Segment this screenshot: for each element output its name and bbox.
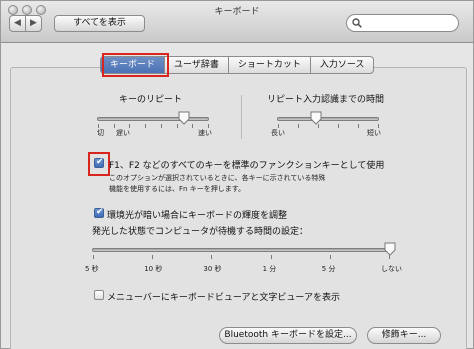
idle-time-tick-label: 5 分 bbox=[321, 265, 336, 273]
highlight-box-tab bbox=[102, 53, 169, 77]
viewer-checkbox[interactable] bbox=[94, 290, 104, 300]
key-repeat-tick bbox=[145, 124, 147, 128]
fn-keys-label: F1、F2 などのすべてのキーを標準のファンクションキーとして使用 bbox=[109, 161, 385, 171]
preferences-window: キーボード すべてを表示 ◀ ▶ キーボード ユーザ辞書 ショートカット 入力ソ… bbox=[0, 0, 474, 349]
fn-keys-note-line2: 機能を使用するには、Fn キーを押します。 bbox=[109, 185, 245, 193]
key-repeat-off-label: 切 bbox=[97, 129, 104, 137]
key-repeat-slider[interactable] bbox=[97, 117, 209, 121]
illumination-label: 環境光が暗い場合にキーボードの輝度を調整 bbox=[107, 211, 288, 221]
viewer-label: メニューバーにキーボードビューアと文字ビューアを表示 bbox=[107, 293, 341, 303]
search-field[interactable] bbox=[346, 14, 459, 32]
toolbar: キーボード すべてを表示 bbox=[1, 1, 473, 43]
repeat-delay-tick bbox=[338, 124, 339, 128]
idle-time-tick bbox=[211, 255, 213, 259]
tab-input-sources[interactable]: 入力ソース bbox=[309, 56, 375, 74]
idle-time-tick-label: 10 秒 bbox=[144, 265, 163, 273]
search-input[interactable] bbox=[365, 16, 453, 30]
repeat-delay-tick bbox=[358, 124, 359, 128]
back-button[interactable]: ◀ bbox=[9, 15, 26, 32]
show-all-button[interactable]: すべてを表示 bbox=[54, 15, 145, 32]
fn-keys-note-line1: このオプションが選択されているときに、各キーに示されている特殊 bbox=[109, 174, 326, 182]
idle-time-tick bbox=[270, 255, 272, 259]
key-repeat-tick bbox=[113, 124, 115, 128]
modifier-keys-button[interactable]: 修飾キー... bbox=[367, 327, 441, 344]
slider-divider bbox=[241, 95, 242, 139]
repeat-delay-tick bbox=[298, 124, 299, 128]
tab-shortcuts[interactable]: ショートカット bbox=[227, 56, 311, 74]
repeat-delay-slider[interactable] bbox=[277, 117, 379, 121]
highlight-box-checkbox bbox=[88, 152, 110, 176]
bluetooth-keyboard-setup-button[interactable]: Bluetooth キーボードを設定... bbox=[219, 327, 357, 344]
key-repeat-fast-label: 速い bbox=[198, 129, 212, 137]
idle-time-tick bbox=[152, 255, 154, 259]
tab-user-dictionary[interactable]: ユーザ辞書 bbox=[164, 56, 229, 74]
key-repeat-tick bbox=[176, 124, 178, 128]
idle-time-label: 発光した状態でコンピュータが待機する時間の設定： bbox=[92, 227, 309, 237]
idle-time-tick bbox=[93, 255, 94, 259]
idle-time-tick-label: 30 秒 bbox=[203, 265, 222, 273]
repeat-delay-short-label: 短い bbox=[367, 129, 381, 137]
search-icon bbox=[352, 18, 362, 28]
idle-time-tick bbox=[389, 255, 390, 259]
key-repeat-tick bbox=[160, 124, 162, 128]
idle-time-knob[interactable] bbox=[384, 242, 396, 256]
key-repeat-tick bbox=[192, 124, 194, 128]
repeat-delay-knob[interactable] bbox=[310, 111, 322, 125]
key-repeat-title: キーのリピート bbox=[119, 95, 183, 105]
repeat-delay-tick bbox=[318, 124, 319, 128]
key-repeat-knob[interactable] bbox=[178, 111, 190, 125]
illumination-checkbox[interactable] bbox=[94, 207, 104, 218]
repeat-delay-title: リピート入力認識までの時間 bbox=[267, 95, 385, 105]
forward-button[interactable]: ▶ bbox=[25, 15, 42, 32]
idle-time-tick-label: 1 分 bbox=[262, 265, 277, 273]
idle-time-tick-label: しない bbox=[381, 265, 402, 273]
idle-time-tick bbox=[329, 255, 331, 259]
repeat-delay-long-label: 長い bbox=[271, 129, 285, 137]
back-arrow-icon: ◀ bbox=[14, 18, 21, 28]
key-repeat-slow-label: 遅い bbox=[116, 129, 130, 137]
idle-time-slider[interactable] bbox=[92, 248, 390, 252]
idle-time-tick-label: 5 秒 bbox=[85, 265, 99, 273]
forward-arrow-icon: ▶ bbox=[30, 18, 37, 28]
